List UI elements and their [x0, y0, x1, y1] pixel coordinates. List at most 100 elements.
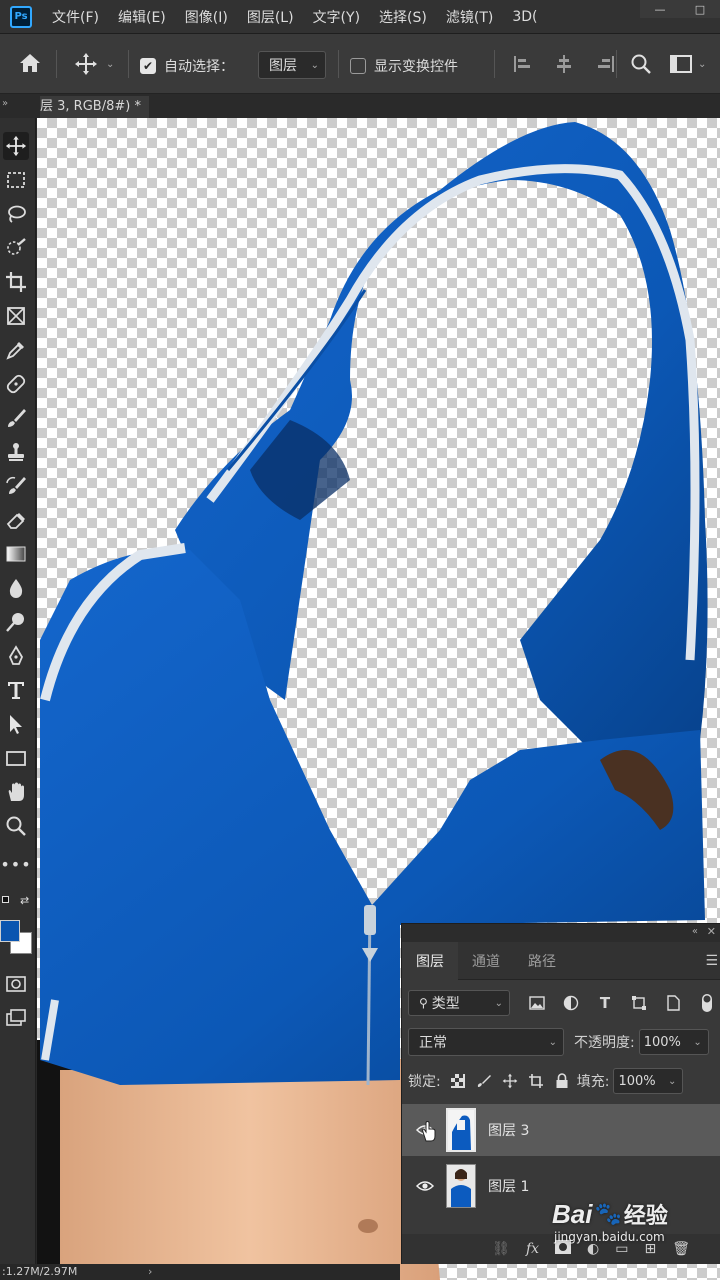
filter-toggle-icon[interactable] — [694, 991, 720, 1015]
chevron-down-icon: ⌄ — [494, 997, 503, 1009]
auto-select-checkbox[interactable]: ✔ — [140, 58, 156, 74]
auto-select-label: 自动选择： — [164, 59, 234, 75]
menu-filter[interactable]: 滤镜(T) — [446, 7, 493, 27]
marquee-tool-icon[interactable] — [3, 166, 29, 194]
search-icon: ⚲ — [419, 996, 428, 1010]
default-colors-icon[interactable] — [2, 896, 12, 906]
lock-transparent-pixels-icon[interactable] — [445, 1069, 471, 1093]
opacity-field[interactable]: 100% ⌄ — [638, 1029, 709, 1055]
opacity-label: 不透明度: — [574, 1035, 635, 1051]
quick-mask-icon[interactable] — [3, 970, 29, 998]
watermark-brand-cn: 经验 — [623, 1203, 668, 1228]
close-panel-icon[interactable]: ✕ — [707, 925, 716, 938]
move-tool-icon[interactable] — [3, 132, 29, 160]
panel-menu-icon[interactable]: ☰ — [705, 953, 718, 969]
fill-field[interactable]: 100% ⌄ — [613, 1068, 684, 1094]
options-bar: ⌄ ✔ 自动选择： 图层 ⌄ 显示变换控件 ⌄ — [0, 34, 720, 94]
brush-tool-icon[interactable] — [3, 404, 29, 432]
pixel-layer-filter-icon[interactable] — [524, 991, 550, 1015]
eyedropper-tool-icon[interactable] — [3, 336, 29, 364]
lasso-tool-icon[interactable] — [3, 200, 29, 228]
dodge-tool-icon[interactable] — [3, 608, 29, 636]
quick-selection-tool-icon[interactable] — [3, 234, 29, 262]
panel-collapse-icon[interactable]: » — [2, 98, 8, 109]
auto-select-target-dropdown[interactable]: 图层 ⌄ — [258, 51, 326, 79]
layer-thumbnail — [446, 1164, 476, 1208]
show-transform-label: 显示变换控件 — [374, 59, 458, 75]
tab-layers[interactable]: 图层 — [402, 942, 458, 980]
shape-layer-filter-icon[interactable] — [626, 991, 652, 1015]
menu-type[interactable]: 文字(Y) — [313, 7, 360, 27]
chevron-down-icon: ⌄ — [310, 59, 319, 71]
align-center-icon[interactable] — [554, 54, 574, 74]
maximize-button[interactable]: □ — [680, 0, 720, 18]
move-tool-preset-icon[interactable]: ⌄ — [74, 52, 114, 76]
visibility-eye-icon[interactable] — [414, 1175, 436, 1197]
lock-position-icon[interactable] — [497, 1069, 523, 1093]
screen-mode-icon[interactable] — [3, 1004, 29, 1032]
align-right-icon[interactable] — [596, 54, 616, 74]
history-brush-tool-icon[interactable] — [3, 472, 29, 500]
search-icon[interactable] — [630, 53, 652, 75]
layer-row-3[interactable]: 图层 3 — [402, 1104, 720, 1156]
blend-mode-dropdown[interactable]: 正常 ⌄ — [408, 1028, 564, 1056]
fill-value: 100% — [618, 1073, 656, 1089]
menu-layer[interactable]: 图层(L) — [247, 7, 294, 27]
healing-brush-tool-icon[interactable] — [3, 370, 29, 398]
menu-image[interactable]: 图像(I) — [185, 7, 228, 27]
swap-colors-icon[interactable]: ⇄ — [20, 894, 29, 907]
lock-all-icon[interactable] — [549, 1069, 575, 1093]
tab-channels[interactable]: 通道 — [458, 942, 514, 980]
pen-tool-icon[interactable] — [3, 642, 29, 670]
watermark-url: jingyan.baidu.com — [554, 1230, 665, 1244]
rectangle-tool-icon[interactable] — [3, 744, 29, 772]
menu-edit[interactable]: 编辑(E) — [118, 7, 166, 27]
chevron-down-icon: ⌄ — [106, 58, 115, 70]
watermark-brand: Bai — [552, 1198, 593, 1229]
layer-filter-dropdown[interactable]: ⚲ 类型 ⌄ — [408, 990, 510, 1016]
minimize-button[interactable]: — — [640, 0, 680, 18]
link-layers-icon[interactable]: ⛓ — [492, 1241, 510, 1257]
document-size: :1.27M/2.97M — [2, 1265, 78, 1278]
clone-stamp-tool-icon[interactable] — [3, 438, 29, 466]
panel-tabs: 图层 通道 路径 ☰ — [402, 942, 720, 980]
lock-artboard-icon[interactable] — [523, 1069, 549, 1093]
smart-object-filter-icon[interactable] — [660, 991, 686, 1015]
layer-effects-icon[interactable]: fx — [526, 1241, 539, 1257]
foreground-color-swatch[interactable] — [0, 920, 20, 942]
frame-tool-icon[interactable] — [3, 302, 29, 330]
fill-label: 填充: — [576, 1074, 610, 1090]
photoshop-logo: Ps — [10, 5, 32, 28]
path-selection-tool-icon[interactable] — [3, 710, 29, 738]
window-controls: — □ — [640, 0, 720, 18]
home-icon[interactable] — [18, 52, 42, 74]
type-layer-filter-icon[interactable]: T — [592, 991, 618, 1015]
layer-name[interactable]: 图层 1 — [488, 1176, 529, 1196]
panel-header-strip: « ✕ — [402, 924, 720, 942]
lock-label: 锁定: — [408, 1074, 441, 1090]
gradient-tool-icon[interactable] — [3, 540, 29, 568]
status-menu-arrow-icon[interactable]: › — [148, 1264, 152, 1280]
document-tab[interactable]: 层 3, RGB/8#) * — [40, 96, 149, 118]
zoom-tool-icon[interactable] — [3, 812, 29, 840]
blur-tool-icon[interactable] — [3, 574, 29, 602]
show-transform-checkbox[interactable] — [350, 58, 366, 74]
paw-icon: 🐾 — [594, 1201, 622, 1226]
eraser-tool-icon[interactable] — [3, 506, 29, 534]
workspace-icon[interactable]: ⌄ — [670, 55, 706, 73]
collapse-panel-icon[interactable]: « — [692, 926, 698, 937]
menu-select[interactable]: 选择(S) — [379, 7, 427, 27]
type-tool-icon[interactable] — [3, 676, 29, 704]
align-left-icon[interactable] — [512, 54, 532, 74]
lock-image-pixels-icon[interactable] — [471, 1069, 497, 1093]
tab-paths[interactable]: 路径 — [514, 942, 570, 980]
layer-filter-value: 类型 — [431, 996, 460, 1012]
auto-select-target-value: 图层 — [269, 58, 297, 74]
menu-file[interactable]: 文件(F) — [52, 7, 99, 27]
adjustment-layer-filter-icon[interactable] — [558, 991, 584, 1015]
layer-name[interactable]: 图层 3 — [488, 1120, 529, 1140]
crop-tool-icon[interactable] — [3, 268, 29, 296]
hand-tool-icon[interactable] — [3, 778, 29, 806]
more-tools-icon[interactable]: ••• — [0, 850, 30, 878]
menu-3d[interactable]: 3D( — [512, 9, 537, 25]
